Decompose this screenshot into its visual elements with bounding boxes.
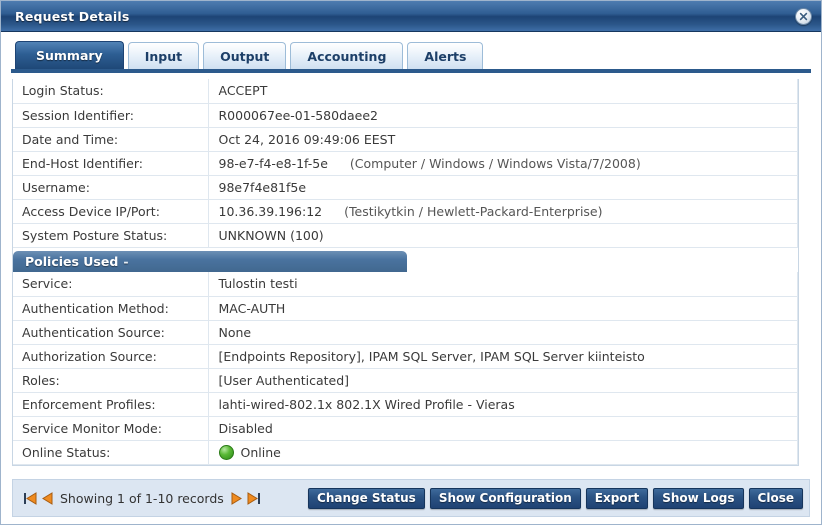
row-value-text: lahti-wired-802.1x 802.1X Wired Profile … — [218, 396, 515, 412]
row-label: Service Monitor Mode: — [13, 416, 209, 441]
table-row: Authentication Method: MAC-AUTH — [13, 296, 798, 321]
policies-section-header-row: Policies Used - — [13, 250, 798, 272]
row-label: Enforcement Profiles: — [13, 392, 209, 417]
table-row: Authorization Source: [Endpoints Reposit… — [13, 344, 798, 369]
row-value-text: Oct 24, 2016 09:49:06 EEST — [218, 131, 396, 147]
tab-accounting[interactable]: Accounting — [290, 42, 404, 69]
tab-alerts[interactable]: Alerts — [407, 42, 484, 69]
table-row: End-Host Identifier: 98-e7-f4-e8-1f-5e (C… — [13, 151, 798, 176]
row-value: lahti-wired-802.1x 802.1X Wired Profile … — [208, 392, 798, 417]
row-value: Disabled — [208, 416, 798, 441]
change-status-button[interactable]: Change Status — [308, 487, 425, 509]
table-row: Session Identifier: R000067ee-01-580daee… — [13, 103, 798, 128]
row-value: 98e7f4e81f5e — [208, 175, 798, 200]
summary-content: Login Status: ACCEPT Session Identifier:… — [1, 73, 821, 473]
tab-output[interactable]: Output — [203, 42, 287, 69]
next-page-icon[interactable] — [231, 491, 243, 505]
table-row-online-status: Online Status: Online — [13, 440, 798, 465]
close-icon[interactable] — [795, 8, 812, 25]
row-value-extra: (Testikytkin / Hewlett-Packard-Enterpris… — [344, 203, 603, 219]
table-row: Service Monitor Mode: Disabled — [13, 416, 798, 441]
table-row: Date and Time: Oct 24, 2016 09:49:06 EES… — [13, 127, 798, 152]
row-label: Session Identifier: — [13, 103, 209, 128]
row-value-extra: (Computer / Windows / Windows Vista/7/20… — [349, 155, 641, 171]
dialog-footer: Showing 1 of 1-10 records Change Status … — [12, 479, 810, 517]
row-value: 10.36.39.196:12 (Testikytkin / Hewlett-Pa… — [208, 199, 798, 224]
table-row: Access Device IP/Port: 10.36.39.196:12 (T… — [13, 199, 798, 224]
export-button[interactable]: Export — [585, 487, 649, 509]
table-row: Service: Tulostin testi — [13, 272, 798, 297]
online-status-value: Online — [208, 440, 798, 465]
tab-input[interactable]: Input — [127, 42, 200, 69]
row-value-text: MAC-AUTH — [218, 300, 286, 316]
row-label: Access Device IP/Port: — [13, 199, 209, 224]
tab-summary-label: Summary — [36, 48, 103, 63]
row-value-text: R000067ee-01-580daee2 — [218, 107, 379, 123]
row-value-text: [Endpoints Repository], IPAM SQL Server,… — [218, 348, 645, 364]
status-online-icon — [218, 444, 234, 460]
tab-summary[interactable]: Summary — [15, 41, 124, 69]
row-value: UNKNOWN (100) — [208, 223, 798, 248]
table-row: Login Status: ACCEPT — [13, 79, 798, 104]
details-table: Login Status: ACCEPT Session Identifier:… — [13, 79, 798, 465]
row-label: Login Status: — [13, 79, 209, 104]
table-row: Username: 98e7f4e81f5e — [13, 175, 798, 200]
row-label: End-Host Identifier: — [13, 151, 209, 176]
status-badge: Online — [240, 444, 281, 460]
row-value: R000067ee-01-580daee2 — [208, 103, 798, 128]
row-label: Username: — [13, 175, 209, 200]
tabstrip: Summary Input Output Accounting Alerts — [1, 41, 821, 69]
tab-alerts-label: Alerts — [424, 48, 467, 64]
window-titlebar: Request Details — [1, 1, 821, 32]
table-row: Authentication Source: None — [13, 320, 798, 345]
row-value: Tulostin testi — [208, 272, 798, 297]
tab-input-label: Input — [144, 48, 183, 64]
row-value-text: ACCEPT — [218, 83, 268, 99]
details-panel: Login Status: ACCEPT Session Identifier:… — [12, 79, 799, 466]
row-value: [Endpoints Repository], IPAM SQL Server,… — [208, 344, 798, 369]
collapse-icon[interactable]: - — [118, 254, 128, 269]
policies-section-header[interactable]: Policies Used - — [13, 250, 407, 272]
show-logs-button[interactable]: Show Logs — [653, 487, 744, 509]
row-value-text: 10.36.39.196:12 — [218, 203, 323, 219]
row-value: 98-e7-f4-e8-1f-5e (Computer / Windows / W… — [208, 151, 798, 176]
row-label: Roles: — [13, 368, 209, 393]
close-button[interactable]: Close — [748, 487, 803, 509]
request-details-window: Request Details Summary Input Output Acc… — [0, 0, 822, 525]
show-configuration-button[interactable]: Show Configuration — [429, 487, 581, 509]
first-page-icon[interactable] — [23, 491, 37, 505]
row-label: Authorization Source: — [13, 344, 209, 369]
pagination-text: Showing 1 of 1-10 records — [60, 490, 224, 506]
tab-output-label: Output — [220, 48, 270, 64]
policies-section-title: Policies Used — [25, 253, 119, 269]
row-value-text: 98-e7-f4-e8-1f-5e — [218, 155, 328, 171]
last-page-icon[interactable] — [247, 491, 261, 505]
row-value: [User Authenticated] — [208, 368, 798, 393]
online-status-label: Online Status: — [13, 440, 209, 465]
row-label: System Posture Status: — [13, 223, 209, 248]
table-row: System Posture Status: UNKNOWN (100) — [13, 223, 798, 248]
row-value: ACCEPT — [208, 79, 798, 104]
footer-buttons: Change Status Show Configuration Export … — [303, 487, 803, 509]
row-value-text: UNKNOWN (100) — [218, 227, 324, 243]
row-label: Service: — [13, 272, 209, 297]
row-value-text: None — [218, 324, 252, 340]
row-value: MAC-AUTH — [208, 296, 798, 321]
row-value-text: Disabled — [218, 420, 273, 436]
row-value-text: 98e7f4e81f5e — [218, 179, 307, 195]
table-row: Roles: [User Authenticated] — [13, 368, 798, 393]
window-title: Request Details — [15, 8, 130, 24]
row-label: Authentication Source: — [13, 320, 209, 345]
row-value: None — [208, 320, 798, 345]
row-value-text: [User Authenticated] — [218, 372, 350, 388]
row-value: Oct 24, 2016 09:49:06 EEST — [208, 127, 798, 152]
row-value-text: Tulostin testi — [218, 276, 298, 292]
previous-page-icon[interactable] — [41, 491, 53, 505]
pagination: Showing 1 of 1-10 records — [21, 491, 263, 506]
tab-accounting-label: Accounting — [307, 48, 387, 64]
tabstrip-container: Summary Input Output Accounting Alerts — [1, 32, 821, 73]
row-label: Date and Time: — [13, 127, 209, 152]
row-label: Authentication Method: — [13, 296, 209, 321]
table-row: Enforcement Profiles: lahti-wired-802.1x… — [13, 392, 798, 417]
